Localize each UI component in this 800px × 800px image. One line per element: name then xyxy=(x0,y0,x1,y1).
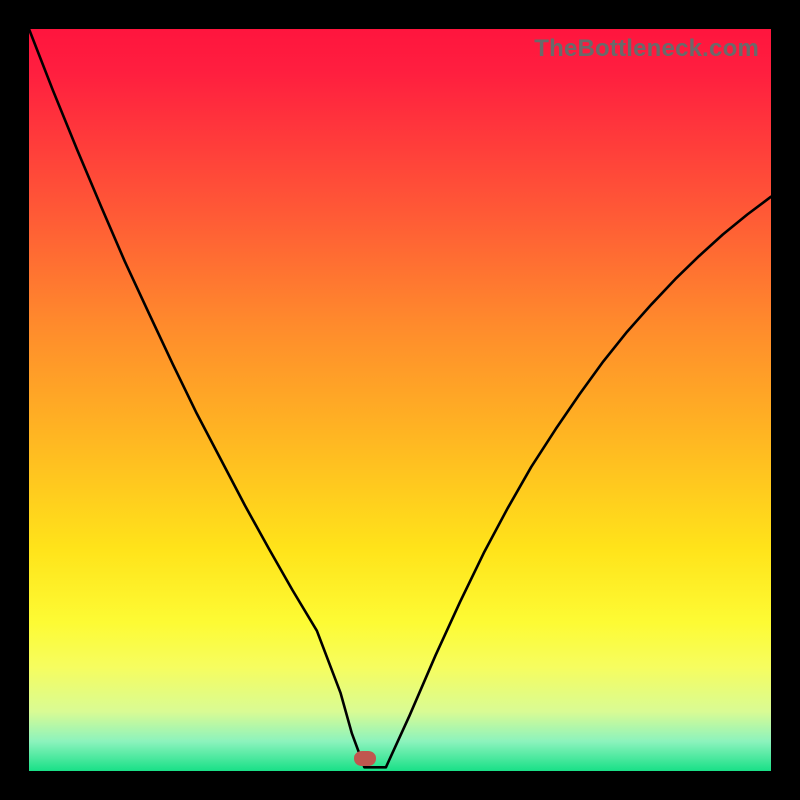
plot-area: TheBottleneck.com xyxy=(29,29,771,771)
optimal-point-marker xyxy=(354,751,376,766)
chart-frame: TheBottleneck.com xyxy=(0,0,800,800)
bottleneck-curve xyxy=(29,29,771,771)
curve-path xyxy=(29,29,771,767)
